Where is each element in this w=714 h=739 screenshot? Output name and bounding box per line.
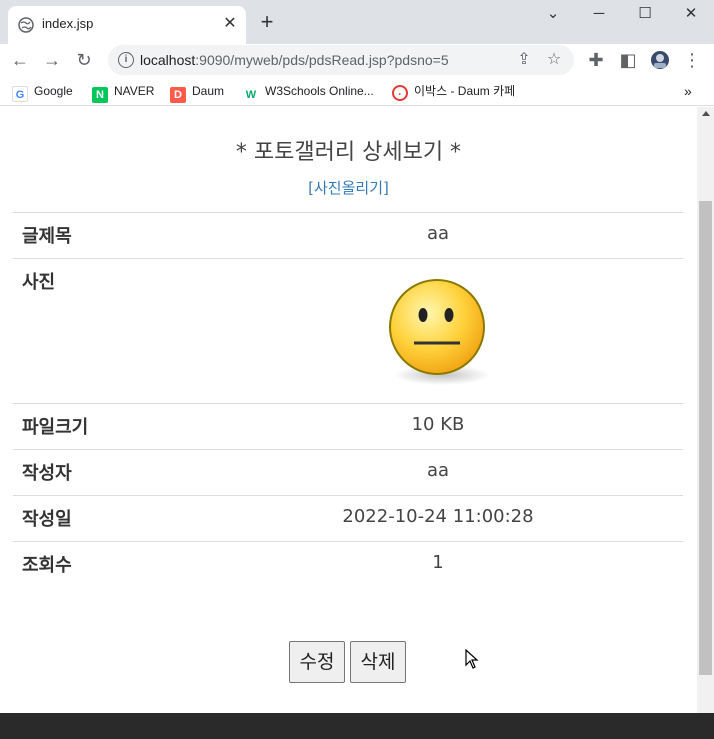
maximize-icon[interactable]: ☐ xyxy=(622,0,668,30)
page-title: * 포토갤러리 상세보기 * xyxy=(235,140,462,165)
browser-tab[interactable]: index.jsp ✕ xyxy=(8,6,246,44)
row-label: 작성자 xyxy=(13,449,193,496)
back-icon[interactable]: ← xyxy=(8,48,32,72)
table-row: 사진 xyxy=(13,258,683,404)
row-value: 2022-10-24 11:00:28 xyxy=(193,495,683,542)
reload-icon[interactable]: ↻ xyxy=(72,48,96,72)
table-row: 파일크기 10 KB xyxy=(13,403,683,450)
side-panel-icon[interactable]: ◧ xyxy=(616,48,640,72)
browser-titlebar: index.jsp ✕ + ⌄ ─ ☐ ✕ xyxy=(0,0,714,44)
share-icon[interactable]: ⇪ xyxy=(514,50,534,70)
tab-search-icon[interactable]: ⌄ xyxy=(530,0,576,30)
more-bookmarks-icon[interactable]: » xyxy=(684,82,692,100)
extensions-icon[interactable]: ✚ xyxy=(584,48,608,72)
photo-detail-table: 글제목 aa 사진 파일크기 10 KB 작성자 aa 작성일 2022-10-… xyxy=(13,212,683,587)
table-row: 글제목 aa xyxy=(13,212,683,259)
row-label: 작성일 xyxy=(13,495,193,542)
naver-icon: N xyxy=(92,87,108,103)
edit-button[interactable]: 수정 xyxy=(289,641,345,683)
scroll-up-arrow-icon[interactable] xyxy=(702,111,710,116)
window-close-icon[interactable]: ✕ xyxy=(668,0,714,30)
table-row: 조회수 1 xyxy=(13,541,683,587)
row-value: aa xyxy=(193,212,683,259)
table-row: 작성일 2022-10-24 11:00:28 xyxy=(13,495,683,542)
mouse-cursor-icon xyxy=(465,649,479,669)
row-value xyxy=(193,258,683,404)
bookmark-google[interactable]: G Google xyxy=(12,82,73,102)
minimize-icon[interactable]: ─ xyxy=(576,0,622,30)
globe-icon xyxy=(18,17,34,33)
row-value: 10 KB xyxy=(193,403,683,450)
url-text: localhost:9090/myweb/pds/pdsRead.jsp?pds… xyxy=(140,52,449,68)
address-bar[interactable]: i localhost:9090/myweb/pds/pdsRead.jsp?p… xyxy=(108,45,574,75)
menu-icon[interactable]: ⋮ xyxy=(680,48,704,72)
w3schools-icon: W xyxy=(243,87,259,103)
row-value: 1 xyxy=(193,541,683,587)
site-info-icon[interactable]: i xyxy=(118,52,134,68)
photo-image xyxy=(389,279,490,385)
new-tab-icon[interactable]: + xyxy=(256,11,278,33)
close-tab-icon[interactable]: ✕ xyxy=(222,14,238,34)
bookmark-star-icon[interactable]: ☆ xyxy=(544,50,564,70)
tab-title: index.jsp xyxy=(42,16,94,31)
upload-photo-link[interactable]: [사진올리기] xyxy=(0,177,697,198)
daum-cafe-icon: · xyxy=(392,85,408,101)
page-content: * 포토갤러리 상세보기 * [사진올리기] 글제목 aa 사진 파일크기 10… xyxy=(0,107,697,713)
profile-avatar[interactable] xyxy=(648,48,672,72)
table-row: 작성자 aa xyxy=(13,449,683,496)
row-label: 글제목 xyxy=(13,212,193,259)
delete-button[interactable]: 삭제 xyxy=(350,641,406,683)
row-label: 사진 xyxy=(13,258,193,404)
scroll-thumb[interactable] xyxy=(699,201,712,675)
google-icon: G xyxy=(12,86,28,102)
row-label: 파일크기 xyxy=(13,403,193,450)
row-label: 조회수 xyxy=(13,541,193,587)
forward-icon[interactable]: → xyxy=(40,48,64,72)
vertical-scrollbar[interactable] xyxy=(697,107,714,713)
bookmark-w3schools[interactable]: W W3Schools Online... xyxy=(243,82,374,103)
bookmark-daum[interactable]: D Daum xyxy=(170,82,224,103)
bookmark-naver[interactable]: N NAVER xyxy=(92,82,154,103)
bookmarks-bar: G Google N NAVER D Daum W W3Schools Online..… xyxy=(0,76,714,106)
browser-toolbar: ← → ↻ i localhost:9090/myweb/pds/pdsRead… xyxy=(0,44,714,76)
row-value: aa xyxy=(193,449,683,496)
daum-icon: D xyxy=(170,87,186,103)
page-footer xyxy=(0,713,714,739)
bookmark-daum-cafe[interactable]: · 이박스 - Daum 카페 xyxy=(392,82,515,101)
